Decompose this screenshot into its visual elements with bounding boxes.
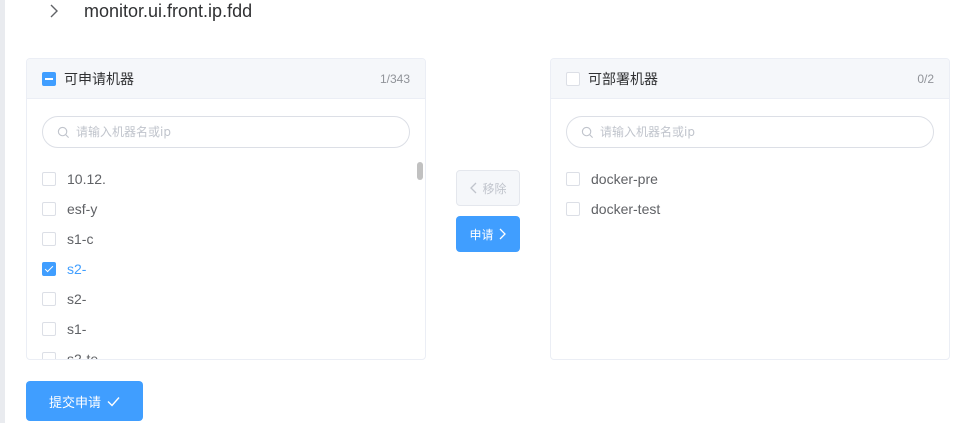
select-all-checkbox[interactable] [42, 71, 56, 86]
remove-button[interactable]: 移除 [456, 170, 520, 206]
list-item[interactable]: s1-c [42, 224, 415, 254]
search-input[interactable] [598, 118, 933, 146]
item-checkbox[interactable] [566, 172, 580, 186]
item-label: docker-pre [591, 171, 658, 187]
select-all-checkbox[interactable] [566, 71, 580, 86]
panel-header: 可部署机器 0/2 [551, 59, 949, 99]
item-checkbox[interactable] [42, 322, 56, 336]
item-label: 10.12. [67, 171, 106, 187]
panel-title: 可申请机器 [64, 71, 134, 88]
search-input[interactable] [74, 118, 409, 146]
panel-header: 可申请机器 1/343 [27, 59, 425, 99]
item-checkbox[interactable] [42, 292, 56, 306]
submit-label: 提交申请 [48, 395, 101, 411]
list-item[interactable]: s1- [42, 314, 415, 344]
apply-button[interactable]: 申请 [456, 216, 520, 252]
list-item[interactable]: docker-pre [566, 164, 939, 194]
scrollbar-thumb[interactable] [417, 162, 423, 180]
chevron-right-icon [499, 228, 506, 240]
list-item[interactable]: s2-te [42, 344, 415, 359]
item-checkbox[interactable] [42, 172, 56, 186]
check-icon [107, 396, 120, 407]
selection-count: 1/343 [379, 71, 410, 86]
scrollbar[interactable] [417, 162, 423, 359]
search-icon [581, 126, 594, 138]
list-item[interactable]: docker-test [566, 194, 939, 224]
item-label: s2- [67, 291, 87, 307]
breadcrumb: monitor.ui.front.ip.fdd [46, 0, 252, 22]
apply-label: 申请 [469, 227, 494, 242]
search-field[interactable] [566, 116, 934, 148]
item-checkbox[interactable] [42, 352, 56, 359]
deployable-machines-panel: 可部署机器 0/2 docker-pre docker-test [550, 58, 950, 360]
list-item[interactable]: 10.12. [42, 164, 415, 194]
selection-count: 0/2 [917, 71, 934, 86]
chevron-left-icon [470, 182, 477, 194]
item-checkbox[interactable] [42, 202, 56, 216]
item-label: s1-c [67, 231, 94, 247]
machine-list: 10.12. esf-y s1-c s2- s2- s1- s2-te [42, 164, 415, 359]
item-label: docker-test [591, 201, 661, 217]
item-checkbox[interactable] [42, 232, 56, 246]
machine-list: docker-pre docker-test [566, 164, 939, 359]
submit-button[interactable]: 提交申请 [26, 381, 143, 421]
list-item[interactable]: s2- [42, 284, 415, 314]
available-machines-panel: 可申请机器 1/343 10.12. esf-y s1-c s2- s2- [26, 58, 426, 360]
left-divider [0, 0, 5, 423]
search-field[interactable] [42, 116, 410, 148]
item-label: esf-y [67, 201, 98, 217]
page-title: monitor.ui.front.ip.fdd [84, 0, 253, 21]
item-label: s1- [67, 321, 87, 337]
list-item[interactable]: esf-y [42, 194, 415, 224]
item-label: s2- [67, 261, 87, 277]
item-checkbox[interactable] [42, 262, 56, 276]
list-item[interactable]: s2- [42, 254, 415, 284]
item-label: s2-te [67, 351, 99, 359]
search-icon [57, 126, 70, 138]
chevron-right-icon [50, 4, 58, 18]
item-checkbox[interactable] [566, 202, 580, 216]
panel-title: 可部署机器 [588, 71, 658, 88]
remove-label: 移除 [482, 181, 507, 196]
